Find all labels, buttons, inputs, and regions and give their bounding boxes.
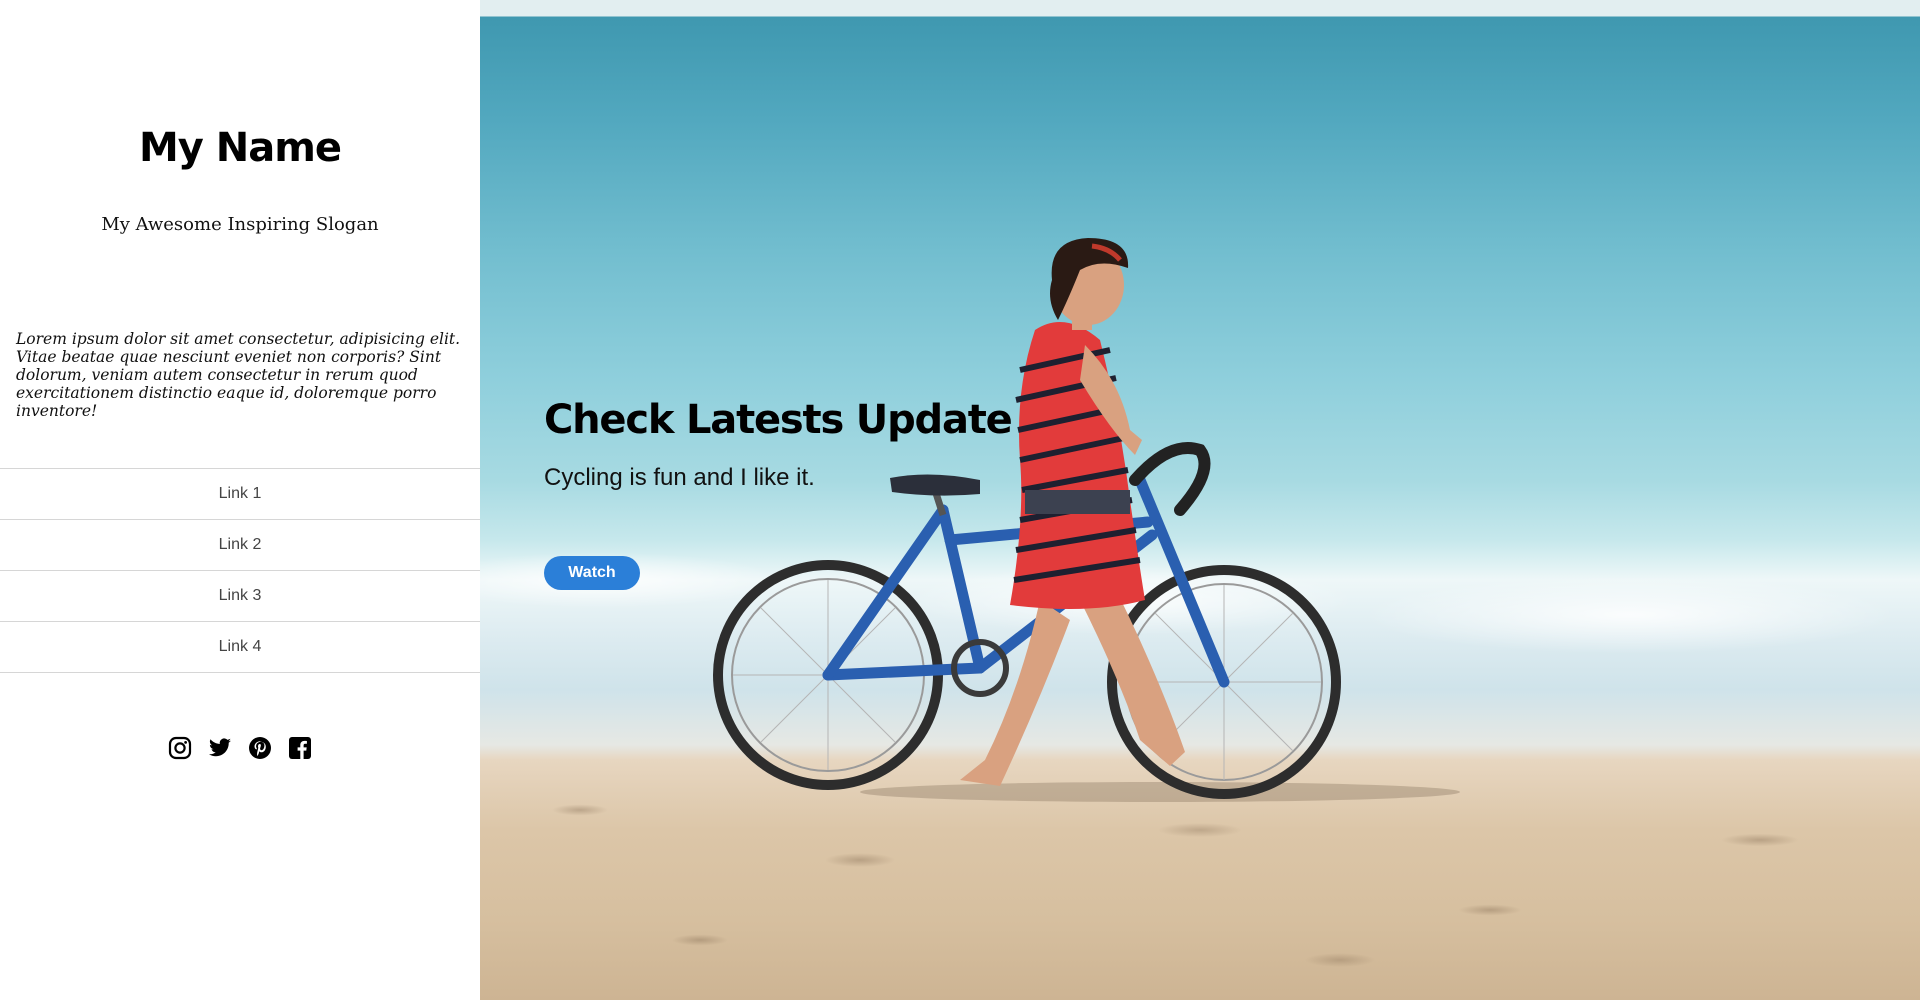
- sidebar: My Name My Awesome Inspiring Slogan Lore…: [0, 0, 480, 1000]
- hero-headline: Check Latests Update: [544, 397, 1013, 443]
- hero-section: Check Latests Update Cycling is fun and …: [480, 0, 1920, 1000]
- nav-link-4[interactable]: Link 4: [0, 622, 480, 673]
- social-links: [0, 736, 480, 760]
- hero-subline: Cycling is fun and I like it.: [544, 464, 815, 491]
- watch-button[interactable]: Watch: [544, 556, 640, 590]
- pinterest-icon[interactable]: [248, 736, 272, 760]
- cyclist-illustration: [713, 238, 1460, 802]
- instagram-icon[interactable]: [168, 736, 192, 760]
- twitter-icon[interactable]: [208, 736, 232, 760]
- nav-link-2[interactable]: Link 2: [0, 520, 480, 571]
- site-slogan: My Awesome Inspiring Slogan: [101, 214, 379, 235]
- intro-text: Lorem ipsum dolor sit amet consectetur, …: [16, 330, 461, 420]
- sidebar-nav: Link 1 Link 2 Link 3 Link 4: [0, 468, 480, 673]
- facebook-icon[interactable]: [288, 736, 312, 760]
- nav-link-3[interactable]: Link 3: [0, 571, 480, 622]
- page: My Name My Awesome Inspiring Slogan Lore…: [0, 0, 1920, 1000]
- nav-link-1[interactable]: Link 1: [0, 469, 480, 520]
- site-name[interactable]: My Name: [0, 128, 480, 168]
